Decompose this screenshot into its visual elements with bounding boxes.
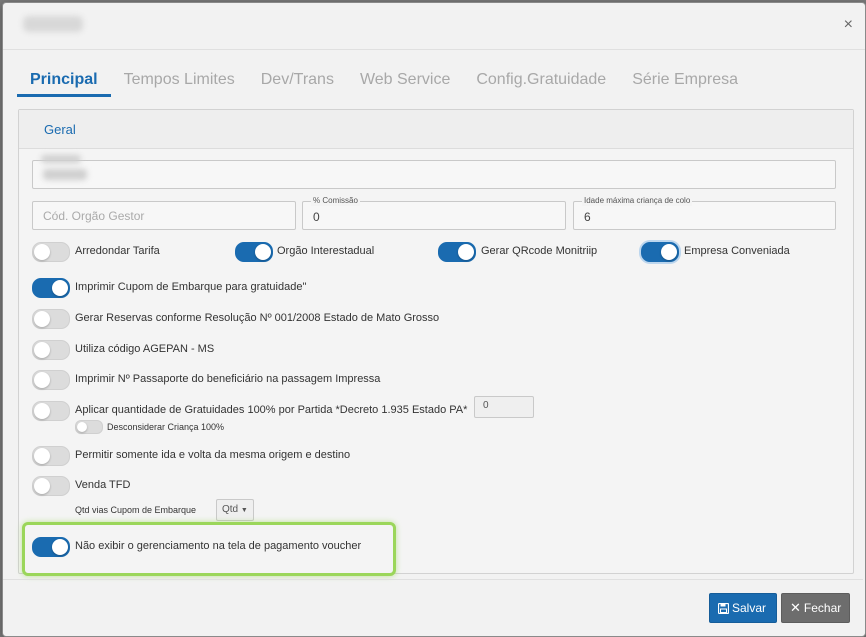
gratuidades-quantity-input[interactable]: 0 (474, 396, 534, 418)
reservas-label: Gerar Reservas conforme Resolução Nº 001… (75, 312, 440, 324)
comissao-label: % Comissão (311, 196, 360, 206)
qtd-dropdown-label: Qtd (222, 504, 239, 515)
panel-header: Geral (19, 110, 853, 149)
redacted-field[interactable] (32, 155, 836, 189)
caret-down-icon: ▼ (240, 507, 248, 514)
save-button[interactable]: Salvar (709, 593, 777, 623)
qrcode-toggle[interactable] (438, 242, 476, 262)
fechar-label: Fechar (803, 601, 842, 615)
agepan-toggle[interactable] (32, 340, 70, 360)
cupom-gratuidade-toggle[interactable] (32, 278, 70, 298)
modal-header: × (3, 3, 865, 50)
venda-tfd-toggle[interactable] (32, 476, 70, 496)
tab-web-service[interactable]: Web Service (347, 71, 463, 97)
ida-volta-toggle[interactable] (32, 446, 70, 466)
arredondar-tarifa-toggle[interactable] (32, 242, 70, 262)
tab-tempos-limites[interactable]: Tempos Limites (111, 71, 248, 97)
redacted-value (43, 169, 87, 180)
qrcode-label: Gerar QRcode Monitriip (481, 245, 598, 257)
agepan-label: Utiliza código AGEPAN - MS (75, 343, 215, 355)
idade-colo-label: Idade máxima criança de colo (582, 196, 693, 206)
comissao-value: 0 (313, 210, 320, 224)
qtd-dropdown-button[interactable]: Qtd ▼ (216, 499, 254, 521)
gratuidades-pa-toggle[interactable] (32, 401, 70, 421)
venda-tfd-label: Venda TFD (75, 479, 131, 491)
orgao-gestor-field[interactable] (32, 201, 296, 230)
orgao-gestor-input[interactable] (41, 208, 275, 224)
idade-colo-field[interactable]: Idade máxima criança de colo 6 (573, 196, 836, 230)
nao-exibir-gerenciamento-toggle[interactable] (32, 537, 70, 557)
tab-bar: Principal Tempos Limites Dev/Trans Web S… (17, 63, 751, 97)
orgao-interestadual-label: Orgão Interestadual (277, 245, 375, 257)
qtd-vias-label: Qtd vias Cupom de Embarque (75, 505, 197, 515)
empresa-conveniada-label: Empresa Conveniada (684, 245, 790, 257)
orgao-interestadual-toggle[interactable] (235, 242, 273, 262)
gratuidades-pa-label: Aplicar quantidade de Gratuidades 100% p… (75, 404, 468, 416)
passaporte-toggle[interactable] (32, 370, 70, 390)
empresa-conveniada-toggle[interactable] (641, 242, 679, 262)
redacted-label (41, 155, 81, 163)
fechar-button[interactable]: ✕ Fechar (781, 593, 850, 623)
close-icon[interactable]: × (844, 15, 853, 35)
reservas-toggle[interactable] (32, 309, 70, 329)
desconsiderar-crianca-toggle[interactable] (75, 420, 103, 434)
modal-footer: Salvar ✕ Fechar (3, 579, 863, 634)
passaporte-label: Imprimir Nº Passaporte do beneficiário n… (75, 373, 381, 385)
nao-exibir-gerenciamento-label: Não exibir o gerenciamento na tela de pa… (75, 540, 362, 552)
cupom-gratuidade-label: Imprimir Cupom de Embarque para gratuida… (75, 281, 307, 293)
tab-serie-empresa[interactable]: Série Empresa (619, 71, 751, 97)
panel-title: Geral (44, 122, 76, 137)
ida-volta-label: Permitir somente ida e volta da mesma or… (75, 449, 351, 461)
idade-colo-value: 6 (584, 210, 591, 224)
save-label: Salvar (732, 601, 767, 615)
floppy-disk-icon (718, 602, 729, 614)
close-icon: ✕ (790, 600, 801, 615)
tab-principal[interactable]: Principal (17, 71, 111, 97)
desconsiderar-crianca-label: Desconsiderar Criança 100% (107, 422, 225, 432)
comissao-field[interactable]: % Comissão 0 (302, 196, 566, 230)
modal-title-redacted (23, 16, 83, 32)
tab-config-gratuidade[interactable]: Config.Gratuidade (463, 71, 619, 97)
arredondar-tarifa-label: Arredondar Tarifa (75, 245, 160, 257)
tab-dev-trans[interactable]: Dev/Trans (248, 71, 347, 97)
gratuidades-quantity-value: 0 (483, 400, 489, 411)
